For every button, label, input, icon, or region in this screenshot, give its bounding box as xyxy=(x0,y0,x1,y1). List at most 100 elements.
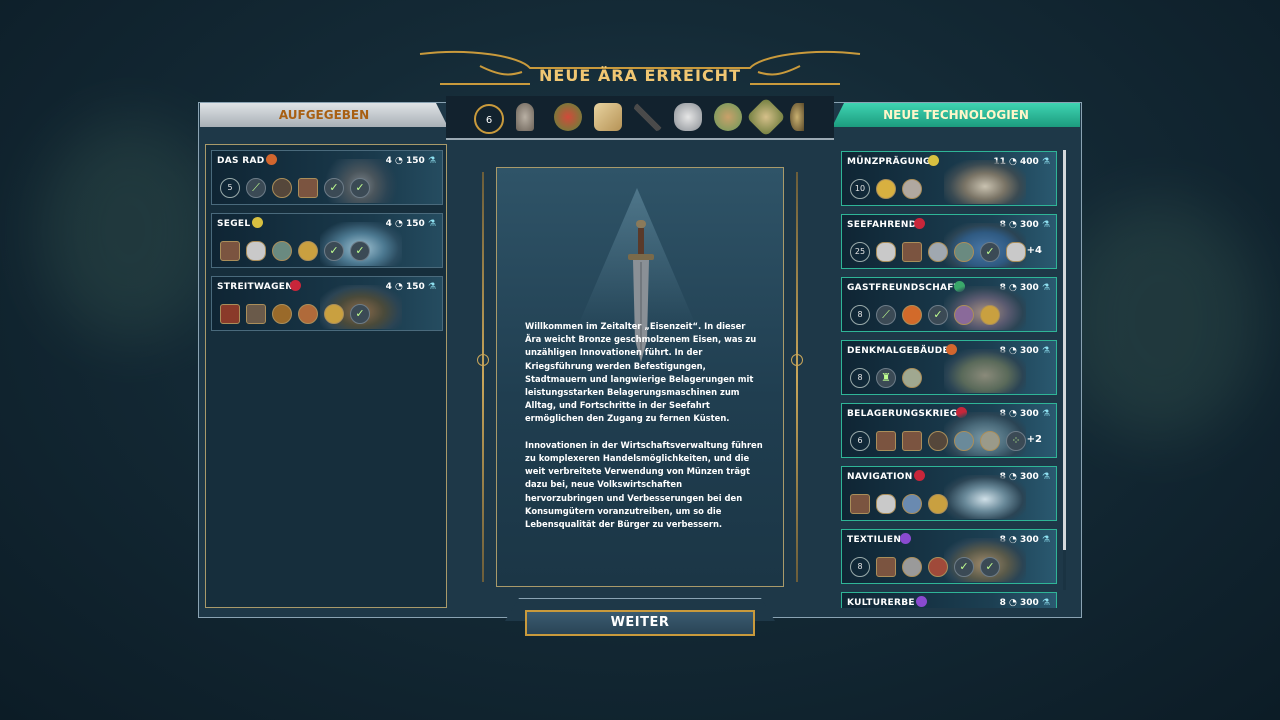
textile-icon xyxy=(928,557,948,577)
military-badge-icon xyxy=(914,470,925,481)
check-icon: ✓ xyxy=(350,241,370,261)
statue-icon: ♜ xyxy=(876,368,896,388)
tower-icon xyxy=(954,431,974,451)
tech-name: DAS RAD xyxy=(217,156,265,166)
era-description: Willkommen im Zeitalter „Eisenzeit“. In … xyxy=(525,321,763,530)
era-description-panel: Willkommen im Zeitalter „Eisenzeit“. In … xyxy=(496,167,784,587)
monument-icon xyxy=(902,368,922,388)
new-tech-card[interactable]: TEXTILIEN 8 ◔ 300 ⚗ 8 ✓ ✓ xyxy=(841,529,1057,584)
food-icon[interactable] xyxy=(554,103,582,131)
laurel-value: 8 xyxy=(857,310,863,319)
new-tech-header: NEUE TECHNOLOGIEN xyxy=(832,103,1080,127)
new-tech-card[interactable]: KULTURERBE 8 ◔ 300 ⚗ xyxy=(841,592,1057,608)
boat-icon xyxy=(1006,242,1026,262)
laurel-value: 25 xyxy=(854,247,866,256)
flask-icon: ⚗ xyxy=(427,282,436,292)
flask-icon: ⚗ xyxy=(1041,157,1050,167)
check-icon: ✓ xyxy=(324,241,344,261)
laurel-icon: 6 xyxy=(850,431,870,451)
compass-icon xyxy=(902,494,922,514)
flask-icon: ⚗ xyxy=(1041,535,1050,545)
right-divider xyxy=(796,172,798,582)
catapult-icon xyxy=(876,431,896,451)
cart-icon xyxy=(902,557,922,577)
chariot-icon xyxy=(220,304,240,324)
check-icon: ✓ xyxy=(954,557,974,577)
science-value: 300 xyxy=(1019,598,1039,608)
tool-icon: ⟋ xyxy=(246,178,266,198)
economy-badge-icon xyxy=(928,155,939,166)
people-icon xyxy=(954,305,974,325)
abandoned-card[interactable]: DAS RAD 4 ◔ 150 ⚗ 5 ⟋ ✓ ✓ xyxy=(211,150,443,205)
flask-icon: ⚗ xyxy=(1041,472,1050,482)
tech-scrollbar[interactable] xyxy=(1063,150,1066,590)
new-tech-card[interactable]: DENKMALGEBÄUDE 8 ◔ 300 ⚗ 8 ♜ xyxy=(841,340,1057,395)
laurel-icon: 8 xyxy=(850,305,870,325)
era-icon-strip: 6 xyxy=(446,96,834,140)
flask-icon: ⚗ xyxy=(1041,346,1050,356)
lighthouse-illustration xyxy=(944,475,1026,519)
scroll-thumb[interactable] xyxy=(1063,150,1066,550)
abandoned-card[interactable]: SEGEL 4 ◔ 150 ⚗ ✓ ✓ xyxy=(211,213,443,268)
shield-icon[interactable] xyxy=(746,97,786,137)
new-tech-card[interactable]: NAVIGATION 8 ◔ 300 ⚗ xyxy=(841,466,1057,521)
check-icon: ✓ xyxy=(350,304,370,324)
map-icon[interactable] xyxy=(594,103,622,131)
military-badge-icon xyxy=(290,280,301,291)
dots-icon: ⁘ xyxy=(1006,431,1026,451)
building-icon[interactable] xyxy=(714,103,742,131)
statue-icon[interactable] xyxy=(516,103,534,131)
food-icon xyxy=(902,305,922,325)
religion-badge-icon xyxy=(900,533,911,544)
ship-icon xyxy=(928,242,948,262)
laurel-value: 8 xyxy=(857,373,863,382)
science-value: 150 xyxy=(405,282,425,292)
laurel-value: 5 xyxy=(227,183,233,192)
check-icon: ✓ xyxy=(350,178,370,198)
laurel-icon: 10 xyxy=(850,179,870,199)
abandoned-header: AUFGEGEBEN xyxy=(200,103,448,127)
tech-name: SEGEL xyxy=(217,219,251,229)
tech-name: SEEFAHREND xyxy=(847,220,917,230)
abandoned-card[interactable]: STREITWAGEN 4 ◔ 150 ⚗ ✓ xyxy=(211,276,443,331)
tech-name: STREITWAGEN xyxy=(217,282,294,292)
continue-button[interactable]: WEITER xyxy=(525,610,755,636)
wall-icon xyxy=(980,431,1000,451)
tools-icon[interactable] xyxy=(634,103,662,131)
eye-icon xyxy=(477,354,489,366)
laurel-icon: 8 xyxy=(850,368,870,388)
compass-icon xyxy=(954,242,974,262)
compass-icon xyxy=(928,494,948,514)
tech-name: NAVIGATION xyxy=(847,472,913,482)
religion-badge-icon xyxy=(916,596,927,607)
horse-icon xyxy=(272,304,292,324)
wheel-icon xyxy=(298,178,318,198)
laurel-value: 8 xyxy=(857,562,863,571)
coin-icon xyxy=(980,305,1000,325)
laurel-icon: 8 xyxy=(850,557,870,577)
new-tech-panel: MÜNZPRÄGUNG 11 ◔ 400 ⚗ 10 SEEFAHREND 8 ◔… xyxy=(833,144,1065,608)
warship-icon xyxy=(850,494,870,514)
flask-icon: ⚗ xyxy=(1041,598,1050,608)
helmet-icon[interactable] xyxy=(790,103,804,131)
economy-badge-icon xyxy=(252,217,263,228)
cat-icon xyxy=(902,179,922,199)
ship-icon xyxy=(220,241,240,261)
new-tech-card[interactable]: GASTFREUNDSCHAFT 8 ◔ 300 ⚗ 8 ⟋ ✓ xyxy=(841,277,1057,332)
pot-icon[interactable] xyxy=(674,103,702,131)
new-tech-card[interactable]: SEEFAHREND 8 ◔ 300 ⚗ 25 ✓ +4 xyxy=(841,214,1057,269)
laurel-icon: 6 xyxy=(474,104,504,134)
left-divider xyxy=(482,172,484,582)
flask-icon: ⚗ xyxy=(1041,283,1050,293)
coins-illustration xyxy=(944,160,1026,204)
flask-icon: ⚗ xyxy=(427,156,436,166)
tech-name: MÜNZPRÄGUNG xyxy=(847,157,931,167)
tech-cost: 8 ◔ 300 ⚗ xyxy=(999,598,1050,608)
new-tech-card[interactable]: MÜNZPRÄGUNG 11 ◔ 400 ⚗ 10 xyxy=(841,151,1057,206)
flask-icon: ⚗ xyxy=(1041,220,1050,230)
unit-icon xyxy=(324,304,344,324)
check-icon: ✓ xyxy=(928,305,948,325)
tech-name: KULTURERBE xyxy=(847,598,915,608)
tech-name: DENKMALGEBÄUDE xyxy=(847,346,949,356)
new-tech-card[interactable]: BELAGERUNGSKRIEG 8 ◔ 300 ⚗ 6 ⁘ +2 xyxy=(841,403,1057,458)
